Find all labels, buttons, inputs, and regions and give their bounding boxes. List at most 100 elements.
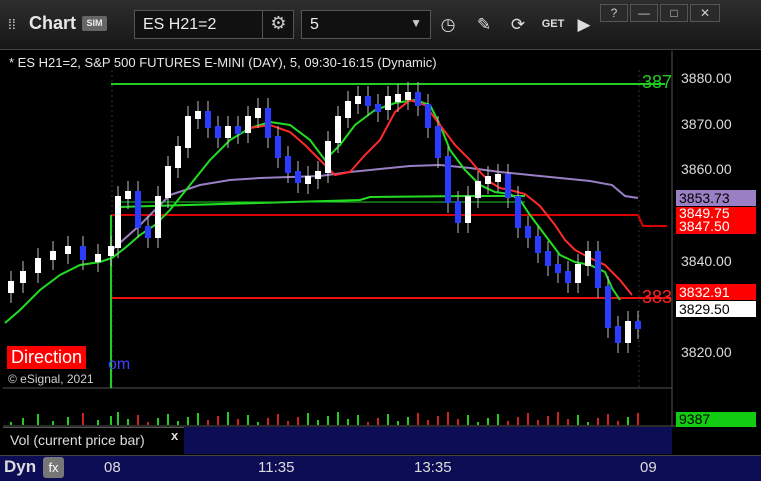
candle-body xyxy=(375,104,381,112)
candle-body xyxy=(415,92,421,106)
volume-bar xyxy=(307,413,309,425)
dynamic-button[interactable]: Dyn xyxy=(4,457,36,477)
volume-label: Vol (current price bar) xyxy=(10,432,145,448)
green-moving-average xyxy=(4,98,621,324)
candle-body xyxy=(355,96,361,104)
chart-header: * ES H21=2, S&P 500 FUTURES E-MINI (DAY)… xyxy=(9,55,437,70)
volume-bar xyxy=(110,416,112,425)
interval-select[interactable]: 5 ▼ xyxy=(301,10,431,39)
candle-body xyxy=(235,126,241,134)
volume-bar xyxy=(10,422,12,425)
candle-body xyxy=(175,146,181,168)
candle-body xyxy=(525,226,531,238)
volume-bar xyxy=(297,417,299,425)
studies-icon[interactable]: ⟳ xyxy=(504,10,532,39)
volume-bar xyxy=(267,418,269,425)
volume-bar xyxy=(137,415,139,425)
maximize-button[interactable]: □ xyxy=(660,4,688,22)
volume-bar xyxy=(397,421,399,425)
volume-bar xyxy=(337,412,339,425)
candle-body xyxy=(205,111,211,128)
volume-bar xyxy=(567,419,569,425)
candle-body xyxy=(115,196,121,248)
red-level-tag: 3847.50 xyxy=(676,218,756,234)
volume-bar xyxy=(277,414,279,425)
window-title: Chart xyxy=(29,13,77,33)
symbol-settings-icon[interactable]: ⚙ xyxy=(262,10,294,39)
candle-body xyxy=(185,116,191,148)
volume-bar xyxy=(37,414,39,425)
price-tick: 3870.00 xyxy=(681,116,732,132)
volume-bar xyxy=(427,420,429,425)
upper-red-level-tail xyxy=(637,214,667,227)
volume-panel-fill xyxy=(184,427,672,454)
candle-body xyxy=(215,126,221,138)
red-ma-tag: 3832.91 xyxy=(676,284,756,300)
clock-icon[interactable]: ◷ xyxy=(434,10,462,39)
volume-bar xyxy=(437,416,439,425)
help-button[interactable]: ? xyxy=(600,4,628,22)
candle-body xyxy=(50,251,56,260)
chevron-down-icon: ▼ xyxy=(410,16,422,30)
volume-bar xyxy=(327,416,329,425)
candle-body xyxy=(125,191,131,199)
play-icon[interactable]: ▶ xyxy=(570,10,598,39)
volume-bar xyxy=(487,418,489,425)
pencil-icon[interactable]: ✎ xyxy=(470,10,498,39)
volume-bar xyxy=(557,412,559,425)
close-button[interactable]: ✕ xyxy=(690,4,720,22)
volume-bar xyxy=(157,418,159,425)
volume-bar xyxy=(217,416,219,425)
purple-moving-average xyxy=(111,163,639,251)
volume-bar xyxy=(597,418,599,425)
volume-bar xyxy=(357,415,359,425)
minimize-button[interactable]: — xyxy=(630,4,658,22)
candle-body xyxy=(585,251,591,266)
formula-button[interactable]: fx xyxy=(43,457,64,478)
get-icon[interactable]: GET xyxy=(537,10,569,39)
candle-body xyxy=(335,116,341,143)
volume-bar xyxy=(177,421,179,425)
candle-body xyxy=(505,174,511,198)
volume-bar xyxy=(587,422,589,425)
close-volume-icon[interactable]: x xyxy=(171,428,178,443)
candle-body xyxy=(195,111,201,119)
volume-bar xyxy=(287,421,289,425)
time-tick: 13:35 xyxy=(414,459,452,476)
volume-bar xyxy=(127,419,129,425)
volume-bar xyxy=(627,417,629,425)
price-chart[interactable] xyxy=(3,51,760,456)
volume-bar xyxy=(237,419,239,425)
candle-body xyxy=(165,166,171,198)
candle-body xyxy=(435,126,441,158)
volume-bar xyxy=(577,415,579,425)
volume-bar xyxy=(167,414,169,425)
price-tick: 3840.00 xyxy=(681,253,732,269)
candle-body xyxy=(145,226,151,238)
candle-body xyxy=(605,286,611,328)
volume-bar xyxy=(82,413,84,425)
volume-bar xyxy=(607,414,609,425)
candle-body xyxy=(95,254,101,262)
time-tick: 09 xyxy=(640,459,657,476)
volume-bar xyxy=(547,416,549,425)
volume-bar xyxy=(67,417,69,425)
candle-body xyxy=(595,251,601,288)
red-level-label: 383 xyxy=(642,287,672,307)
volume-bar xyxy=(97,420,99,425)
candle-body xyxy=(155,196,161,238)
volume-bar xyxy=(147,422,149,425)
candle-body xyxy=(495,174,501,182)
candle-body xyxy=(345,101,351,118)
candle-body xyxy=(255,108,261,118)
candle-body xyxy=(305,176,311,184)
volume-bar xyxy=(537,420,539,425)
volume-bar xyxy=(387,414,389,425)
candle-body xyxy=(425,104,431,128)
candle-body xyxy=(108,246,114,256)
candle-body xyxy=(515,196,521,228)
grip-icon[interactable]: ⁞⁞ xyxy=(8,16,16,32)
interval-value: 5 xyxy=(310,16,319,33)
volume-bar xyxy=(497,414,499,425)
volume-bar xyxy=(637,413,639,425)
